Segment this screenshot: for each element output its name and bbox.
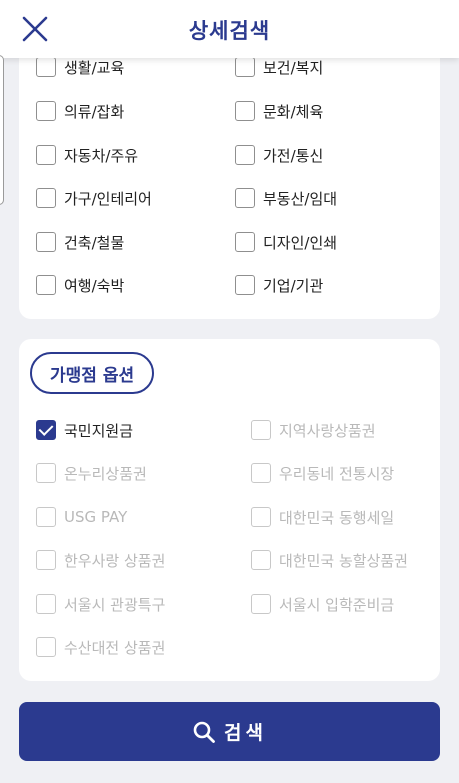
category-option[interactable]: 보건/복지 [235,55,323,79]
option-label: 가전/통신 [263,146,324,165]
option-label: 여행/숙박 [64,276,125,295]
option-label: 대한민국 농할상품권 [279,551,408,570]
checkbox[interactable] [36,145,56,165]
option-label: 부동산/임대 [263,189,338,208]
option-label: 지역사랑상품권 [279,421,376,440]
option-label: 대한민국 동행세일 [279,508,395,527]
checkbox[interactable] [36,232,56,252]
category-option[interactable]: 자동차/주유 [36,143,138,167]
category-option[interactable]: 건축/철물 [36,230,124,254]
category-option[interactable]: 기업/기관 [235,273,323,297]
option-label: 생활/교육 [64,58,125,77]
section-title-pill: 가맹점 옵션 [30,352,155,394]
category-option[interactable]: 부동산/임대 [235,186,337,210]
franchise-option: 대한민국 동행세일 [251,505,394,529]
option-label: 문화/체육 [263,102,324,121]
checkbox[interactable] [235,275,255,295]
franchise-option: 우리동네 전통시장 [251,461,394,485]
option-label: 국민지원금 [64,421,134,440]
option-label: 서울시 입학준비금 [279,595,395,614]
option-label: 디자인/인쇄 [263,233,338,252]
checkbox[interactable] [36,101,56,121]
category-option[interactable]: 의류/잡화 [36,99,124,123]
franchise-option: 수산대전 상품권 [36,635,165,659]
option-label: 자동차/주유 [64,146,139,165]
side-drawer-handle[interactable] [0,55,4,205]
checkbox [36,637,56,657]
franchise-option: 서울시 관광특구 [36,592,165,616]
checkbox[interactable] [235,188,255,208]
category-option[interactable]: 디자인/인쇄 [235,230,337,254]
checkbox[interactable] [36,57,56,77]
search-button[interactable]: 검색 [19,702,440,761]
category-option[interactable]: 가구/인테리어 [36,186,152,210]
option-label: 서울시 관광특구 [64,595,166,614]
header-bar: 상세검색 [0,0,459,58]
checkbox [251,420,271,440]
checkbox [36,463,56,483]
checkbox[interactable] [36,275,56,295]
option-label: 수산대전 상품권 [64,638,166,657]
franchise-option: 한우사랑 상품권 [36,548,165,572]
checkbox [251,507,271,527]
option-label: USG PAY [64,508,128,526]
franchise-option[interactable]: 국민지원금 [36,418,133,442]
search-button-label: 검색 [224,722,267,744]
option-label: 한우사랑 상품권 [64,551,166,570]
checkbox [36,594,56,614]
checkbox [251,463,271,483]
category-card: 생활/교육 보건/복지 의류/잡화 문화/체육 자동차/주유 가전/통신 가구/… [19,40,440,319]
option-label: 의류/잡화 [64,102,125,121]
option-label: 보건/복지 [263,58,324,77]
page-title: 상세검색 [188,19,271,43]
checkbox[interactable] [235,145,255,165]
franchise-option-card: 가맹점 옵션 국민지원금 지역사랑상품권 온누리상품권 우리동네 전통시장 US… [19,339,440,681]
search-icon [193,721,215,743]
category-option[interactable]: 가전/통신 [235,143,323,167]
option-label: 건축/철물 [64,233,125,252]
option-label: 우리동네 전통시장 [279,464,395,483]
option-label: 가구/인테리어 [64,189,152,208]
checkbox [36,507,56,527]
franchise-option: 지역사랑상품권 [251,418,376,442]
checkbox [251,550,271,570]
franchise-option: 대한민국 농할상품권 [251,548,408,572]
checkbox[interactable] [235,57,255,77]
category-option[interactable]: 여행/숙박 [36,273,124,297]
checkbox[interactable] [235,101,255,121]
franchise-option: USG PAY [36,505,127,529]
checkbox-checked[interactable] [36,420,56,440]
checkbox[interactable] [235,232,255,252]
option-label: 기업/기관 [263,276,324,295]
option-label: 온누리상품권 [64,464,147,483]
franchise-option: 서울시 입학준비금 [251,592,394,616]
franchise-option: 온누리상품권 [36,461,147,485]
category-option[interactable]: 문화/체육 [235,99,323,123]
checkbox[interactable] [36,188,56,208]
category-option[interactable]: 생활/교육 [36,55,124,79]
checkbox [36,550,56,570]
checkbox [251,594,271,614]
